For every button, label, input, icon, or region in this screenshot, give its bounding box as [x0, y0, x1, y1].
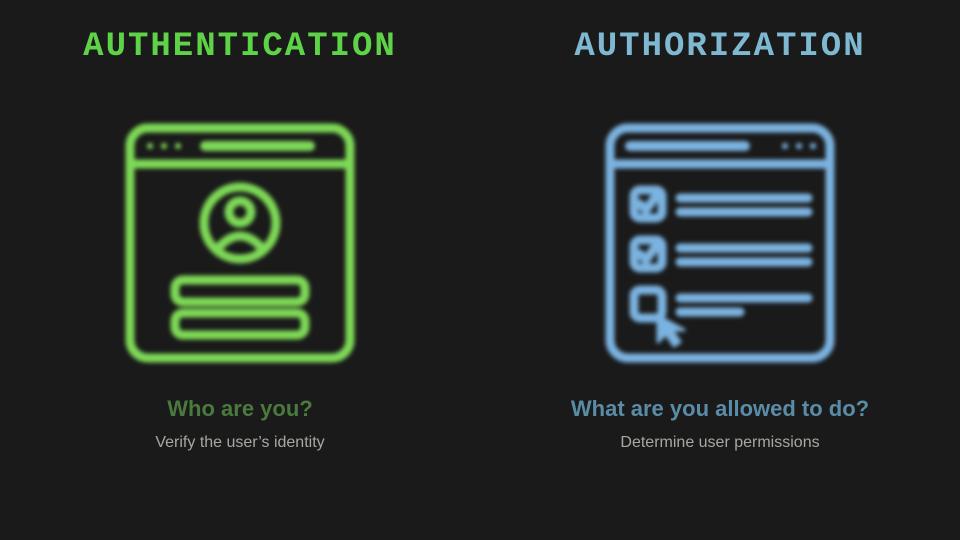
authorization-description: Determine user permissions: [620, 434, 819, 452]
authentication-login-icon: [100, 98, 380, 378]
authorization-panel: AUTHORIZATION: [480, 0, 960, 540]
authorization-title: AUTHORIZATION: [574, 28, 865, 66]
authorization-question: What are you allowed to do?: [571, 396, 869, 422]
authentication-question: Who are you?: [167, 396, 312, 422]
authentication-title: AUTHENTICATION: [83, 28, 397, 66]
authentication-description: Verify the user’s identity: [155, 434, 324, 452]
authentication-panel: AUTHENTICATION: [0, 0, 480, 540]
authorization-permissions-icon: [580, 98, 860, 378]
